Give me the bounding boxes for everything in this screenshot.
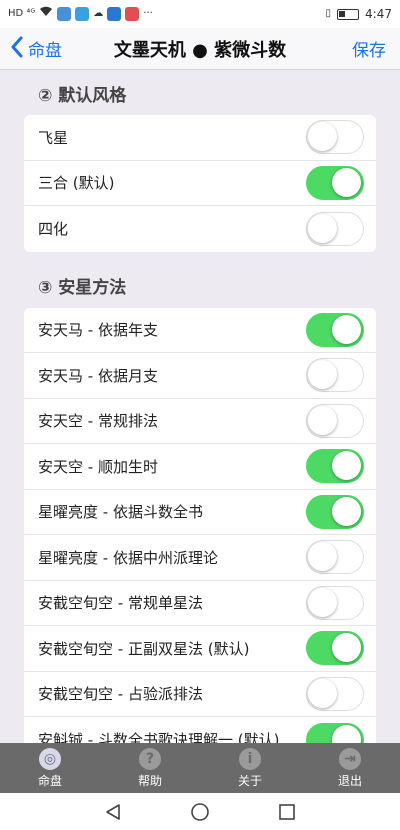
info-icon: i: [239, 747, 261, 770]
app-notification-icon: [57, 7, 72, 21]
setting-label: 三合 (默认): [38, 174, 115, 193]
back-button[interactable]: 命盘: [10, 36, 62, 62]
setting-toggle[interactable]: [306, 631, 364, 666]
save-button[interactable]: 保存: [352, 36, 386, 61]
setting-label: 四化: [38, 220, 69, 239]
setting-toggle[interactable]: [306, 403, 364, 438]
setting-row: 安天空 - 顺加生时: [24, 444, 376, 490]
tab-label: 帮助: [137, 773, 162, 788]
back-triangle-icon[interactable]: [102, 801, 124, 823]
setting-toggle[interactable]: [306, 358, 364, 393]
setting-row: 安天空 - 常规排法: [24, 399, 376, 444]
more-notifications-icon: ···: [143, 8, 153, 19]
setting-label: 安截空旬空 - 占验派排法: [38, 685, 203, 704]
tab-about[interactable]: i 关于: [200, 743, 300, 793]
setting-row: 安斛铖 - 斗数全书歌诀理解一 (默认): [24, 717, 376, 743]
status-time: 4:47: [365, 7, 392, 21]
back-button-label: 命盘: [28, 41, 62, 61]
setting-label: 安斛铖 - 斗数全书歌诀理解一 (默认): [38, 731, 280, 743]
toggle-knob: [332, 314, 361, 344]
app-notification-icon: [75, 7, 90, 21]
battery-icon: [337, 8, 360, 20]
tab-help[interactable]: ? 帮助: [100, 743, 200, 793]
wifi-icon: [39, 6, 53, 22]
setting-row: 安截空旬空 - 占验派排法: [24, 672, 376, 717]
tab-bar: ◎ 命盘 ? 帮助 i 关于 ⇥ 退出: [0, 743, 400, 793]
setting-toggle[interactable]: [306, 211, 364, 246]
setting-label: 安天空 - 常规排法: [38, 412, 158, 431]
tab-label: 退出: [337, 773, 362, 788]
setting-row: 安截空旬空 - 正副双星法 (默认): [24, 626, 376, 672]
status-left: HD ⁴ᴳ ☁ ···: [8, 6, 153, 22]
setting-row: 安天马 - 依据月支: [24, 353, 376, 399]
setting-label: 星曜亮度 - 依据斗数全书: [38, 503, 203, 522]
setting-row: 安天马 - 依据年支: [24, 308, 376, 353]
setting-toggle[interactable]: [306, 540, 364, 575]
setting-row: 星曜亮度 - 依据斗数全书: [24, 490, 376, 535]
navigation-bar: 命盘 文墨天机 ● 紫微斗数 保存: [0, 28, 400, 70]
setting-label: 星曜亮度 - 依据中州派理论: [38, 548, 218, 567]
chart-icon: ◎: [39, 747, 61, 770]
system-navigation-bar: [0, 793, 400, 830]
setting-row: 星曜亮度 - 依据中州派理论: [24, 535, 376, 581]
section-title-default-style: ② 默认风格: [38, 85, 127, 106]
tab-exit[interactable]: ⇥ 退出: [300, 743, 400, 793]
setting-toggle[interactable]: [306, 722, 364, 743]
setting-row: 安截空旬空 - 常规单星法: [24, 581, 376, 626]
settings-group-star-method: 安天马 - 依据年支 安天马 - 依据月支 安天空 - 常规排法 安天空 - 顺…: [24, 307, 376, 743]
toggle-knob: [308, 360, 337, 390]
setting-toggle[interactable]: [306, 585, 364, 620]
setting-label: 安天马 - 依据年支: [38, 321, 158, 340]
setting-label: 安天空 - 顺加生时: [38, 457, 158, 476]
toggle-knob: [332, 633, 361, 663]
toggle-knob: [308, 678, 337, 708]
settings-group-default-style: 飞星 三合 (默认) 四化: [24, 115, 376, 252]
chevron-left-icon: [10, 36, 24, 62]
setting-row: 飞星: [24, 115, 376, 161]
toggle-knob: [308, 213, 337, 243]
cloud-icon: ☁: [93, 8, 104, 19]
app-notification-icon: [125, 7, 140, 21]
status-right: ▯ 4:47: [326, 7, 392, 21]
toggle-knob: [308, 587, 337, 617]
toggle-knob: [308, 405, 337, 435]
toggle-knob: [308, 542, 337, 572]
section-title-star-method: ③ 安星方法: [38, 278, 127, 298]
recents-square-icon[interactable]: [276, 801, 298, 823]
toggle-knob: [332, 496, 361, 526]
status-bar: HD ⁴ᴳ ☁ ··· ▯ 4:47: [0, 0, 400, 28]
network-indicator: HD ⁴ᴳ: [8, 8, 36, 19]
home-circle-icon[interactable]: [189, 801, 211, 823]
setting-toggle[interactable]: [306, 449, 364, 484]
toggle-knob: [332, 724, 361, 743]
setting-label: 安截空旬空 - 常规单星法: [38, 594, 203, 613]
tab-chart[interactable]: ◎ 命盘: [0, 743, 100, 793]
setting-toggle[interactable]: [306, 676, 364, 711]
tab-label: 命盘: [37, 773, 62, 788]
help-icon: ?: [139, 747, 161, 770]
vibrate-icon: ▯: [325, 8, 332, 19]
setting-label: 安截空旬空 - 正副双星法 (默认): [38, 639, 250, 658]
setting-label: 飞星: [38, 128, 69, 147]
toggle-knob: [332, 451, 361, 481]
toggle-knob: [332, 167, 361, 197]
settings-content[interactable]: ② 默认风格 飞星 三合 (默认) 四化 ③ 安星方法 安天马 - 依据年支 安…: [0, 71, 400, 743]
toggle-knob: [308, 122, 337, 152]
app-notification-icon: [107, 7, 122, 21]
setting-row: 三合 (默认): [24, 161, 376, 206]
setting-label: 安天马 - 依据月支: [38, 366, 158, 385]
setting-toggle[interactable]: [306, 120, 364, 155]
exit-icon: ⇥: [339, 747, 361, 770]
tab-label: 关于: [237, 773, 262, 788]
setting-toggle[interactable]: [306, 312, 364, 347]
setting-toggle[interactable]: [306, 494, 364, 529]
setting-row: 四化: [24, 206, 376, 252]
setting-toggle[interactable]: [306, 165, 364, 200]
